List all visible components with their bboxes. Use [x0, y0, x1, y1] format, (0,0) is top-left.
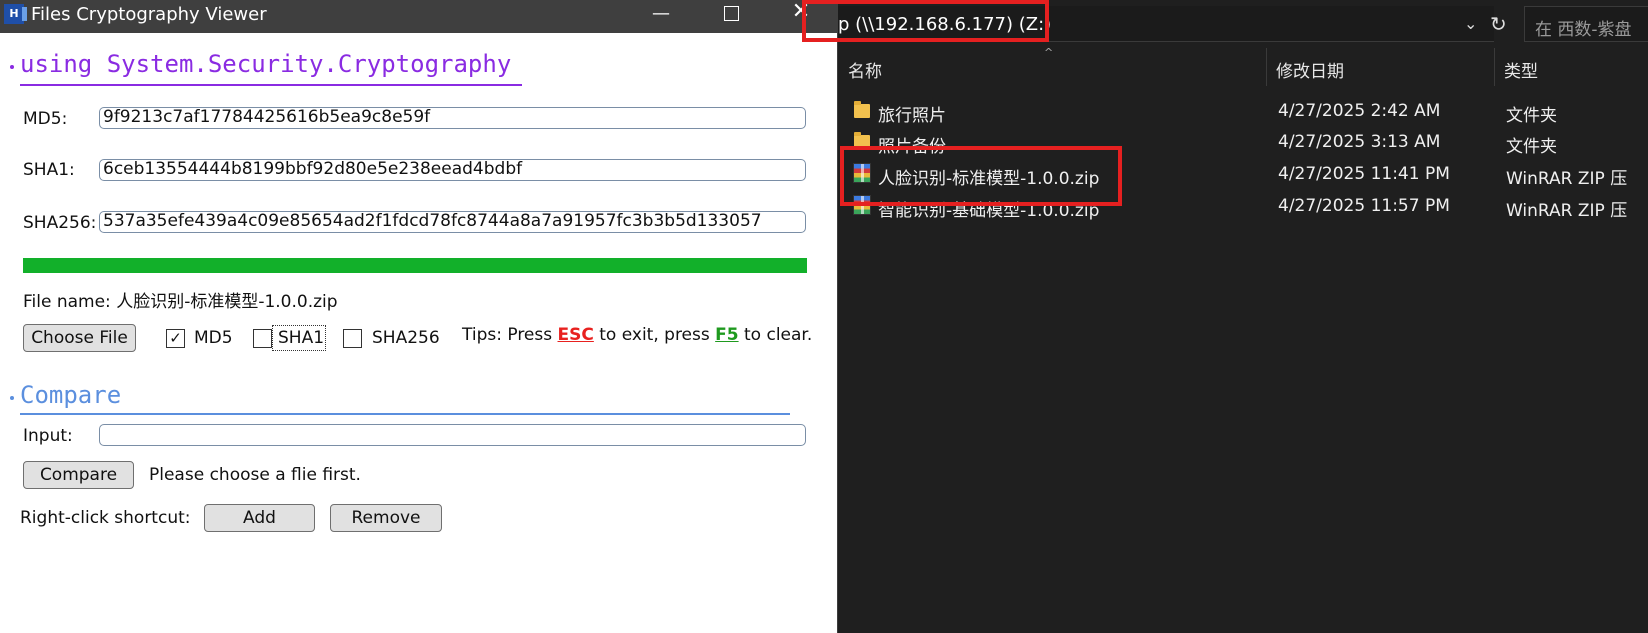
sha256-label: SHA256:	[23, 213, 97, 233]
sha1-label: SHA1:	[23, 160, 75, 180]
remove-shortcut-button[interactable]: Remove	[330, 504, 442, 532]
sha256-checkbox-label: SHA256	[372, 328, 440, 348]
section-bullet	[10, 396, 14, 400]
column-separator[interactable]	[1494, 48, 1495, 86]
f5-key-hint: F5	[715, 325, 739, 345]
column-separator[interactable]	[1266, 48, 1267, 86]
sha1-checkbox-label: SHA1	[278, 328, 325, 348]
file-list-item-date: 4/27/2025 11:41 PM	[1278, 164, 1450, 184]
md5-field[interactable]: 9f9213c7af17784425616b5ea9c8e59f	[99, 107, 806, 129]
add-shortcut-button[interactable]: Add	[204, 504, 315, 532]
file-list-item-date: 4/27/2025 2:42 AM	[1278, 101, 1441, 121]
title-bar: H Files Cryptography Viewer — ✕	[0, 0, 838, 33]
sha256-field[interactable]: 537a35efe439a4c09e85654ad2f1fdcd78fc8744…	[99, 211, 806, 233]
chevron-down-icon[interactable]: ⌄	[1464, 14, 1477, 33]
file-list-item-type: 文件夹	[1506, 137, 1557, 157]
section-underline	[20, 413, 790, 415]
file-explorer: p (\\192.168.6.177) (Z:) ⌄ ↻ 在 西数-紫盘 ^ 名…	[838, 0, 1648, 633]
md5-checkbox[interactable]: ✓	[166, 329, 185, 348]
cryptography-section-title: using System.Security.Cryptography	[20, 50, 512, 78]
md5-label: MD5:	[23, 109, 68, 129]
tips-suffix: to clear.	[738, 325, 813, 345]
window-title: Files Cryptography Viewer	[31, 4, 267, 25]
crypto-viewer-window: H Files Cryptography Viewer — ✕ using Sy…	[0, 0, 838, 633]
tips-prefix: Tips: Press	[462, 325, 558, 345]
md5-checkbox-label: MD5	[194, 328, 233, 348]
tips-middle: to exit, press	[593, 325, 716, 345]
compare-section-title: Compare	[20, 381, 122, 409]
column-header-date[interactable]: 修改日期	[1276, 57, 1344, 82]
hash-progress-bar	[23, 258, 807, 273]
file-list-item-type: WinRAR ZIP 压	[1506, 201, 1628, 221]
search-box[interactable]: 在 西数-紫盘	[1524, 6, 1648, 42]
esc-key-hint: ESC	[557, 325, 594, 345]
compare-status-text: Please choose a flie first.	[149, 465, 361, 485]
tips-text: Tips: Press ESC to exit, press F5 to cle…	[462, 325, 812, 345]
choose-file-button[interactable]: Choose File	[23, 324, 136, 352]
file-list-item-date: 4/27/2025 3:13 AM	[1278, 132, 1441, 152]
compare-button[interactable]: Compare	[23, 461, 134, 489]
sha256-checkbox[interactable]	[343, 329, 362, 348]
sha1-field[interactable]: 6ceb13554444b8199bbf92d80e5e238eead4bdbf	[99, 159, 806, 181]
section-underline	[20, 84, 522, 86]
right-click-shortcut-label: Right-click shortcut:	[20, 508, 191, 528]
file-list-item-type: WinRAR ZIP 压	[1506, 169, 1628, 189]
sha1-checkbox[interactable]	[253, 329, 272, 348]
column-header-name[interactable]: 名称	[848, 57, 882, 82]
file-highlight-box	[840, 146, 1122, 206]
sort-ascending-icon: ^	[1044, 46, 1054, 59]
minimize-button[interactable]: —	[636, 0, 686, 33]
file-list-item-name[interactable]: 旅行照片	[878, 101, 946, 126]
compare-input[interactable]	[99, 424, 806, 446]
address-highlight-box	[802, 0, 1049, 42]
app-icon: H	[4, 4, 27, 24]
file-list-item-type: 文件夹	[1506, 106, 1557, 126]
section-bullet	[10, 65, 14, 69]
search-placeholder: 在 西数-紫盘	[1535, 20, 1632, 40]
maximize-button[interactable]	[706, 0, 756, 33]
file-list-item-date: 4/27/2025 11:57 PM	[1278, 196, 1450, 216]
column-header-type[interactable]: 类型	[1504, 57, 1538, 82]
input-label: Input:	[23, 426, 73, 446]
progress-fill	[23, 258, 807, 273]
maximize-icon	[723, 6, 739, 21]
folder-icon	[854, 101, 870, 118]
file-name-text: File name: 人脸识别-标准模型-1.0.0.zip	[23, 292, 338, 312]
refresh-icon[interactable]: ↻	[1490, 12, 1507, 36]
